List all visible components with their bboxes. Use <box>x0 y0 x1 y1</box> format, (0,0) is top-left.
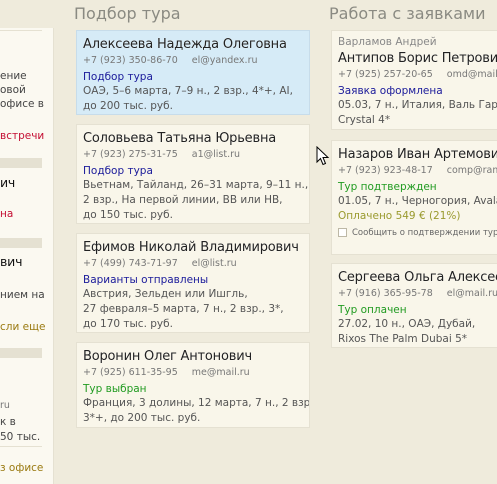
client-phone: +7 (925) 611-35-95 <box>83 367 178 378</box>
tour-details-line: ОАЭ, 5–6 марта, 7–9 н., 2 взр., 4*+, AI, <box>83 85 293 97</box>
client-name[interactable]: Соловьева Татьяна Юрьевна <box>83 131 309 146</box>
client-email[interactable]: comp@rambler.ru <box>447 165 497 176</box>
payment-status: Оплачено 549 € (21%) <box>338 210 461 222</box>
client-email[interactable]: el@mail.ru <box>447 288 497 299</box>
tour-details-line: Crystal 4* <box>338 114 391 126</box>
sidebar-text-fragment: к в <box>0 416 16 428</box>
sidebar-separator <box>0 348 42 358</box>
tour-details-line: 05.03, 7 н., Италия, Валь Гардена <box>338 99 497 111</box>
sidebar-text-fragment: ение <box>0 70 27 82</box>
client-contacts: +7 (925) 611-35-95 me@mail.ru <box>83 367 309 378</box>
booking-status: Тур подтвержден <box>338 181 437 193</box>
sidebar-link-meetings[interactable]: встречи <box>0 130 44 142</box>
manager-name: Варламов Андрей <box>338 36 437 48</box>
tour-details: 27.02, 10 н., ОАЭ, Дубай, Rixos The Palm… <box>338 317 497 347</box>
client-email[interactable]: me@mail.ru <box>192 367 250 378</box>
notify-confirmation-checkbox[interactable] <box>338 228 347 237</box>
tour-details-line: Австрия, Зельден или Ишгль, <box>83 288 248 300</box>
sidebar-text-fragment: овой <box>0 84 26 96</box>
sidebar-client-name[interactable]: вич <box>0 254 22 269</box>
request-status: Подбор тура <box>83 165 153 177</box>
tour-details-line: 27.02, 10 н., ОАЭ, Дубай, <box>338 318 476 330</box>
booking-card[interactable]: Варламов Андрей Антипов Борис Петрович +… <box>331 30 497 130</box>
client-email[interactable]: a1@list.ru <box>192 149 240 160</box>
tour-details-line: Rixos The Palm Dubai 5* <box>338 333 468 345</box>
client-name[interactable]: Антипов Борис Петрович <box>338 51 497 66</box>
sidebar-link[interactable]: сли еще <box>0 321 45 333</box>
client-phone: +7 (916) 365-95-78 <box>338 288 433 299</box>
tour-selection-column-title: Подбор тура <box>74 4 181 23</box>
client-contacts: +7 (499) 743-71-97 el@list.ru <box>83 258 309 269</box>
booking-status: Тур оплачен <box>338 304 407 316</box>
request-status: Варианты отправлены <box>83 274 209 286</box>
client-name[interactable]: Воронин Олег Антонович <box>83 349 309 364</box>
sidebar-email-fragment: ru <box>0 400 10 411</box>
notify-confirmation-row[interactable]: Сообщить о подтверждении тура <box>338 228 497 238</box>
tour-request-card[interactable]: Соловьева Татьяна Юрьевна +7 (923) 275-3… <box>76 124 310 224</box>
requests-column-title: Работа с заявками <box>329 4 486 23</box>
client-contacts: +7 (925) 257-20-65 omd@mail.ru <box>338 69 497 80</box>
client-phone: +7 (923) 923-48-17 <box>338 165 433 176</box>
client-name[interactable]: Сергеева Ольга Алексеевна <box>338 270 497 285</box>
notify-confirmation-label[interactable]: Сообщить о подтверждении тура <box>352 228 497 238</box>
client-contacts: +7 (923) 923-48-17 comp@rambler.ru <box>338 165 497 176</box>
client-email[interactable]: el@list.ru <box>192 258 237 269</box>
tour-details-line: 2 взр., На первой линии, BB или HB, <box>83 194 283 206</box>
client-email[interactable]: omd@mail.ru <box>447 69 497 80</box>
tour-request-card[interactable]: Ефимов Николай Владимирович +7 (499) 743… <box>76 233 310 333</box>
sidebar-divider <box>0 30 42 31</box>
tour-details-line: Вьетнам, Тайланд, 26–31 марта, 9–11 н., <box>83 179 309 191</box>
sidebar-link[interactable]: на <box>0 208 13 220</box>
tour-request-card-selected[interactable]: Алексеева Надежда Олеговна +7 (923) 350-… <box>76 30 310 115</box>
sidebar-separator <box>0 238 42 248</box>
sidebar-separator <box>0 158 42 168</box>
mouse-cursor-icon <box>316 146 330 166</box>
request-status: Тур выбран <box>83 383 147 395</box>
sidebar-text-fragment: 50 тыс. <box>0 431 41 443</box>
client-phone: +7 (499) 743-71-97 <box>83 258 178 269</box>
request-status: Подбор тура <box>83 71 153 83</box>
sidebar-divider <box>0 446 42 447</box>
booking-card[interactable]: Сергеева Ольга Алексеевна +7 (916) 365-9… <box>331 263 497 348</box>
tour-details-line: 3*+, до 200 тыс. руб. <box>83 412 201 424</box>
tour-details: Австрия, Зельден или Ишгль, 27 февраля–5… <box>83 287 309 332</box>
tour-details: 01.05, 7 н., Черногория, Avala 4* <box>338 194 497 209</box>
booking-status: Заявка оформлена <box>338 85 443 97</box>
client-name[interactable]: Назаров Иван Артемович <box>338 147 497 162</box>
tour-details-line: 01.05, 7 н., Черногория, Avala 4* <box>338 195 497 207</box>
client-phone: +7 (925) 257-20-65 <box>338 69 433 80</box>
tour-details: 05.03, 7 н., Италия, Валь Гардена Crysta… <box>338 98 497 128</box>
tour-details-line: до 150 тыс. руб. <box>83 209 173 221</box>
sidebar-link-office[interactable]: з офисе <box>0 462 43 474</box>
sidebar-client-name[interactable]: ич <box>0 175 15 190</box>
tour-details-line: до 200 тыс. руб. <box>83 100 173 112</box>
client-phone: +7 (923) 350-86-70 <box>83 55 178 66</box>
booking-card[interactable]: Назаров Иван Артемович +7 (923) 923-48-1… <box>331 140 497 255</box>
tour-details-line: 27 февраля–5 марта, 7 н., 2 взр., 3*, <box>83 303 284 315</box>
tour-details: Франция, 3 долины, 12 марта, 7 н., 2 взр… <box>83 396 309 426</box>
client-contacts: +7 (923) 275-31-75 a1@list.ru <box>83 149 309 160</box>
tour-details-line: Франция, 3 долины, 12 марта, 7 н., 2 взр… <box>83 397 310 409</box>
sidebar-text-fragment: нием на <box>0 289 45 301</box>
tour-details: ОАЭ, 5–6 марта, 7–9 н., 2 взр., 4*+, AI,… <box>83 84 309 114</box>
client-phone: +7 (923) 275-31-75 <box>83 149 178 160</box>
client-contacts: +7 (916) 365-95-78 el@mail.ru <box>338 288 497 299</box>
sidebar-text-fragment: офисе в <box>0 98 44 110</box>
tour-details: Вьетнам, Тайланд, 26–31 марта, 9–11 н., … <box>83 178 309 223</box>
client-name[interactable]: Ефимов Николай Владимирович <box>83 240 309 255</box>
client-email[interactable]: el@yandex.ru <box>192 55 258 66</box>
client-contacts: +7 (923) 350-86-70 el@yandex.ru <box>83 55 309 66</box>
client-name[interactable]: Алексеева Надежда Олеговна <box>83 37 309 52</box>
tour-request-card[interactable]: Воронин Олег Антонович +7 (925) 611-35-9… <box>76 342 310 428</box>
tour-details-line: до 170 тыс. руб. <box>83 318 173 330</box>
left-sidebar-panel: ение овой офисе в встречи ич на вич нием… <box>0 28 54 484</box>
